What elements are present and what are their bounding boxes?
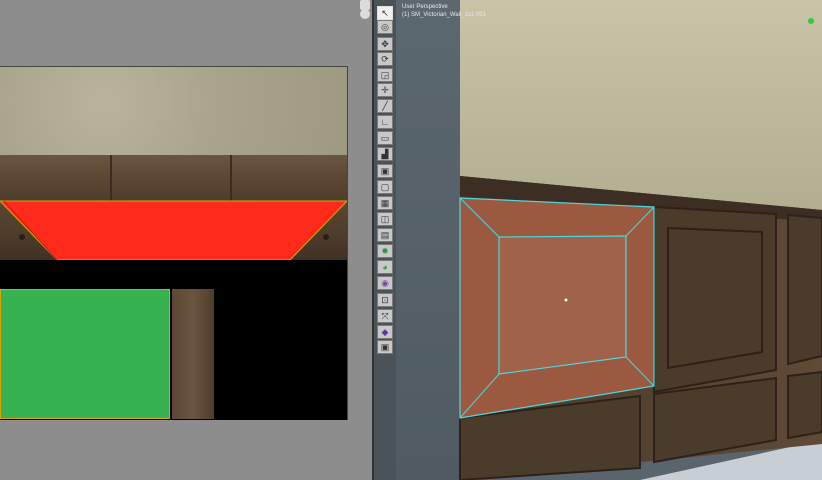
uv-editor-bottom	[0, 420, 360, 480]
box-small-icon[interactable]: ▣	[377, 340, 393, 354]
box-icon[interactable]: ▣	[377, 164, 393, 178]
uv-selected-face[interactable]	[0, 200, 347, 261]
panel-edge-toolbar	[360, 0, 372, 480]
line-tool-icon[interactable]: ╱	[377, 99, 393, 113]
uv-canvas[interactable]	[0, 66, 348, 421]
selected-panel-inset[interactable]	[498, 235, 627, 375]
uv-editor-background	[0, 0, 360, 66]
ruler-icon[interactable]: ▭	[377, 131, 393, 145]
gizmo-icon[interactable]: ✛	[377, 83, 393, 97]
cube-open-icon[interactable]: ◫	[377, 212, 393, 226]
move-icon[interactable]: ✥	[377, 37, 393, 51]
tool-palette: ↖ ◎ ✥ ⟳ ◲ ✛ ╱ ∟ ▭ ▟ ▣ ▢ ▦ ◫ ▤ ✸ ◕ ◉ ⊡ ⤧ ◆ ▣	[374, 0, 396, 480]
viewport-perspective-label[interactable]: User Perspective	[402, 4, 448, 10]
frame-icon[interactable]: ⊡	[377, 293, 393, 307]
cube-icon[interactable]: ▦	[377, 196, 393, 210]
rotate-icon[interactable]: ⟳	[377, 52, 393, 66]
wood-panel	[653, 205, 777, 394]
uv-editor-panel[interactable]	[0, 0, 360, 480]
corner-tool-icon[interactable]: ∟	[377, 115, 393, 129]
box-outline-icon[interactable]: ▢	[377, 180, 393, 194]
grid-icon[interactable]: ▤	[377, 228, 393, 242]
wood-panel	[787, 213, 822, 366]
scale-icon[interactable]: ◲	[377, 68, 393, 82]
uv-wood-post-island[interactable]	[172, 289, 214, 419]
plaster-wall[interactable]	[460, 0, 822, 210]
select-circle-icon[interactable]: ◎	[377, 20, 393, 34]
3d-viewport[interactable]: User Perspective (1) SM_Victorian_Wall_1…	[396, 0, 822, 480]
arrows-icon[interactable]: ⤧	[377, 309, 393, 323]
hand-pan-icon[interactable]	[360, 9, 370, 19]
paint-icon[interactable]: ◕	[377, 260, 393, 274]
uv-nail-head	[19, 234, 25, 240]
stair-icon[interactable]: ▟	[377, 147, 393, 161]
viewport-object-label: (1) SM_Victorian_Wall_1x1 001	[402, 12, 487, 18]
lower-wood-panel	[787, 370, 822, 440]
material-icon[interactable]: ◉	[377, 276, 393, 290]
star-icon[interactable]: ✸	[377, 244, 393, 258]
pivot-point[interactable]	[564, 298, 568, 302]
purple-shape-icon[interactable]: ◆	[377, 325, 393, 339]
uv-nail-head	[323, 234, 329, 240]
viewport-scene	[459, 0, 822, 480]
select-arrow-icon[interactable]: ↖	[377, 6, 393, 20]
status-indicator-icon	[808, 18, 814, 24]
uv-green-face[interactable]	[0, 289, 170, 419]
